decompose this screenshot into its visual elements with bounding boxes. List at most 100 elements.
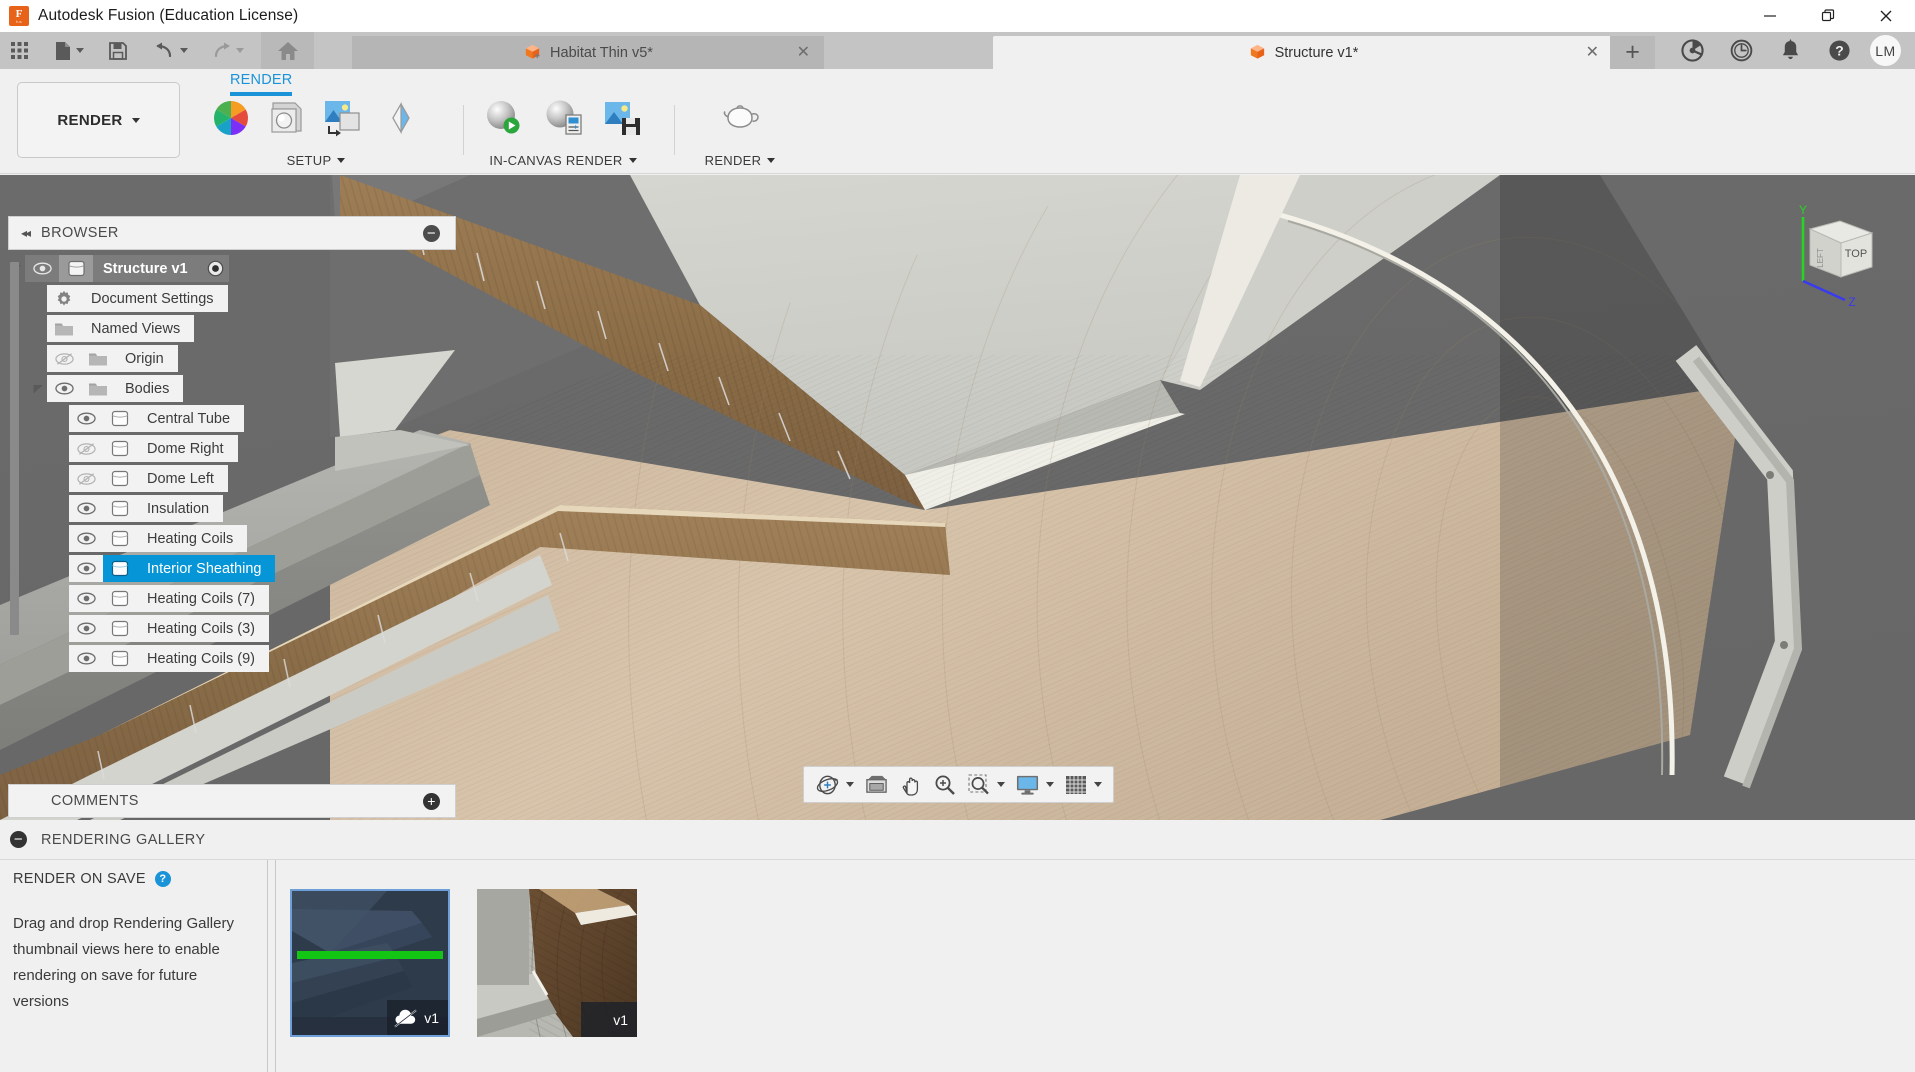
extension-manager-icon[interactable]	[1668, 32, 1717, 69]
tree-item-structure-v1[interactable]: Structure v1	[8, 254, 456, 283]
collapse-arrow-icon[interactable]	[30, 314, 47, 343]
display-settings-icon[interactable]	[1010, 769, 1045, 800]
notifications-bell-icon[interactable]	[1766, 32, 1815, 69]
tree-arrow-spacer	[52, 404, 69, 433]
visibility-eye-icon[interactable]	[69, 525, 103, 552]
ribbon-group-label-in-canvas-render[interactable]: IN-CANVAS RENDER	[474, 153, 652, 168]
save-icon[interactable]	[101, 32, 135, 69]
browser-panel-header[interactable]: ◂◂ BROWSER −	[8, 216, 456, 250]
avatar[interactable]: LM	[1870, 35, 1901, 66]
visibility-eye-icon[interactable]	[47, 375, 81, 402]
ribbon-group-label-setup[interactable]: SETUP	[203, 153, 429, 168]
tree-item-heating-coils-7[interactable]: Heating Coils (7)	[52, 584, 456, 613]
redo-caret-icon[interactable]	[236, 48, 244, 53]
job-status-icon[interactable]	[1717, 32, 1766, 69]
app-grid-icon[interactable]	[0, 32, 39, 69]
tree-item-central-tube[interactable]: Central Tube	[52, 404, 456, 433]
grid-snaps-icon[interactable]	[1059, 769, 1093, 800]
visibility-eye-icon[interactable]	[69, 555, 103, 582]
body-icon	[103, 495, 137, 522]
tree-arrow-spacer	[52, 464, 69, 493]
new-document-tab-button[interactable]: +	[1610, 36, 1655, 69]
rendering-gallery-header[interactable]: − RENDERING GALLERY	[0, 820, 1915, 860]
tree-item-dome-left[interactable]: Dome Left	[52, 464, 456, 493]
grid-snaps-caret-icon[interactable]	[1094, 782, 1102, 787]
undo-caret-icon[interactable]	[180, 48, 188, 53]
appearance-button[interactable]	[203, 95, 259, 138]
ribbon-group-label-render[interactable]: RENDER	[690, 153, 790, 168]
render-on-save-header: RENDER ON SAVE ?	[0, 860, 267, 887]
document-tab-structure[interactable]: Structure v1* ✕	[993, 36, 1613, 69]
tree-item-heating-coils-9[interactable]: Heating Coils (9)	[52, 644, 456, 673]
undo-icon[interactable]	[147, 32, 195, 69]
scene-settings-button[interactable]	[259, 95, 315, 138]
visibility-eye-icon[interactable]	[69, 495, 103, 522]
tree-item-origin[interactable]: Origin	[30, 344, 456, 373]
zoom-icon[interactable]	[928, 769, 962, 800]
document-tab-close-icon[interactable]: ✕	[1586, 44, 1599, 61]
workspace-selector[interactable]: RENDER	[17, 82, 180, 158]
visibility-eye-icon[interactable]	[69, 615, 103, 642]
tree-item-interior-sheathing[interactable]: Interior Sheathing	[52, 554, 456, 583]
visibility-eye-icon[interactable]	[69, 645, 103, 672]
orbit-icon[interactable]	[810, 769, 845, 800]
in-canvas-render-button[interactable]	[474, 95, 534, 138]
look-at-icon[interactable]	[859, 769, 894, 800]
in-canvas-render-settings-button[interactable]	[534, 95, 594, 138]
zoom-window-icon[interactable]	[962, 769, 996, 800]
visibility-eye-icon[interactable]	[25, 255, 59, 282]
gallery-collapse-icon[interactable]: −	[10, 831, 27, 848]
thumbnail-version-label: v1	[424, 1009, 439, 1026]
tree-item-heating-coils[interactable]: Heating Coils	[52, 524, 456, 553]
visibility-eye-off-icon[interactable]	[69, 435, 103, 462]
capture-image-button[interactable]	[594, 95, 652, 138]
gallery-thumbnail[interactable]: v1	[290, 889, 450, 1037]
tab-render[interactable]: RENDER	[218, 69, 304, 92]
close-button[interactable]	[1857, 0, 1915, 32]
collapse-arrow-icon[interactable]	[30, 344, 47, 373]
file-icon[interactable]	[47, 32, 91, 69]
body-icon	[103, 615, 137, 642]
pan-icon[interactable]	[894, 769, 928, 800]
help-icon[interactable]: ?	[1815, 32, 1864, 69]
tree-item-document-settings[interactable]: Document Settings	[30, 284, 456, 313]
home-icon[interactable]	[261, 32, 314, 69]
document-tab-close-icon[interactable]: ✕	[797, 44, 810, 61]
comments-panel-header[interactable]: COMMENTS +	[8, 784, 456, 818]
visibility-eye-icon[interactable]	[69, 405, 103, 432]
collapse-arrow-icon[interactable]	[30, 284, 47, 313]
gallery-divider	[267, 860, 268, 1072]
minimize-button[interactable]	[1741, 0, 1799, 32]
tree-item-insulation[interactable]: Insulation	[52, 494, 456, 523]
tree-item-dome-right[interactable]: Dome Right	[52, 434, 456, 463]
document-tab-habitat[interactable]: Habitat Thin v5* ✕	[352, 36, 824, 69]
tree-item-bodies[interactable]: Bodies	[30, 374, 456, 403]
orbit-caret-icon[interactable]	[846, 782, 854, 787]
help-icon[interactable]: ?	[154, 871, 171, 887]
expand-arrow-icon[interactable]	[30, 374, 47, 403]
redo-icon[interactable]	[203, 32, 251, 69]
file-caret-icon[interactable]	[76, 48, 84, 53]
visibility-eye-off-icon[interactable]	[47, 345, 81, 372]
thumbnail-badge: v1	[581, 1002, 637, 1037]
visibility-eye-icon[interactable]	[69, 585, 103, 612]
texture-map-controls-button[interactable]	[315, 95, 373, 138]
restore-button[interactable]	[1799, 0, 1857, 32]
chevron-down-icon	[131, 117, 140, 123]
browser-scrollbar[interactable]	[10, 262, 19, 635]
tree-item-label: Central Tube	[137, 405, 245, 432]
activate-component-radio[interactable]	[201, 255, 229, 282]
visibility-eye-off-icon[interactable]	[69, 465, 103, 492]
collapse-panel-icon[interactable]: ◂◂	[21, 226, 31, 240]
tree-item-named-views[interactable]: Named Views	[30, 314, 456, 343]
add-comment-icon[interactable]: +	[423, 792, 440, 810]
gallery-thumbnail[interactable]: v1	[477, 788, 753, 1072]
decal-button[interactable]	[373, 95, 429, 138]
browser-minimize-icon[interactable]: −	[423, 224, 440, 242]
display-settings-caret-icon[interactable]	[1046, 782, 1054, 787]
view-cube[interactable]: Y Z TOP LEFT	[1777, 203, 1887, 313]
zoom-window-caret-icon[interactable]	[997, 782, 1005, 787]
tree-item-heating-coils-3[interactable]: Heating Coils (3)	[52, 614, 456, 643]
render-button[interactable]	[708, 95, 772, 138]
folder-icon	[81, 345, 115, 372]
